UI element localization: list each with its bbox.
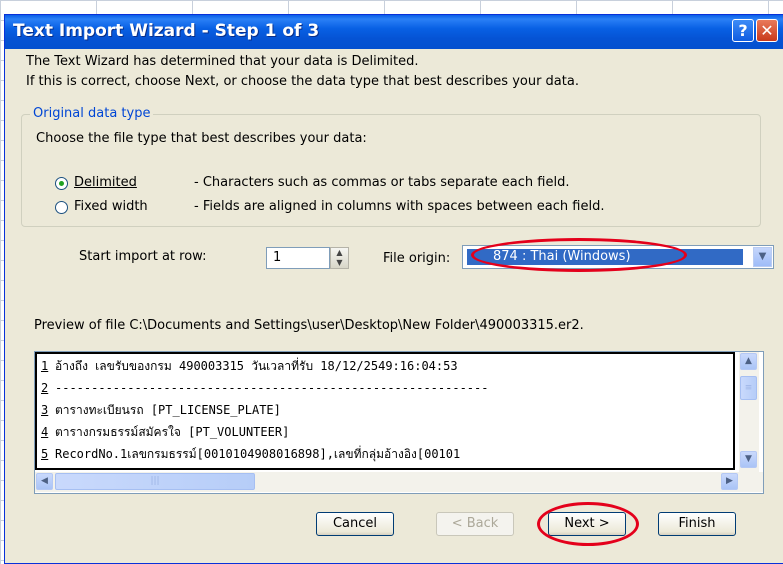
close-icon[interactable]: ✕ (756, 19, 778, 42)
vertical-scroll-thumb[interactable]: ≡ (740, 376, 757, 400)
spin-up-icon[interactable]: ▲ (331, 248, 348, 258)
preview-line-number: 1 (41, 359, 49, 373)
scroll-left-icon[interactable]: ◀ (36, 473, 53, 490)
intro-line-1: The Text Wizard has determined that your… (26, 54, 419, 69)
preview-line: 1 อ้างถึง เลขรับของกรม 490003315 วันเวลาท… (41, 356, 458, 376)
original-data-type-legend: Original data type (30, 106, 154, 121)
help-icon[interactable]: ? (732, 19, 754, 42)
dialog-title: Text Import Wizard - Step 1 of 3 (13, 21, 320, 41)
title-bar[interactable]: Text Import Wizard - Step 1 of 3 ? ✕ (5, 15, 783, 49)
finish-button[interactable]: Finish (658, 512, 736, 536)
preview-line-text: ตารางกรมธรรม์สมัครใจ [PT_VOLUNTEER] (55, 425, 290, 439)
preview-line-number: 3 (41, 403, 49, 417)
preview-line-number: 2 (41, 381, 49, 395)
annotation-circle-next (537, 502, 639, 546)
preview-line-text: อ้างถึง เลขรับของกรม 490003315 วันเวลาที… (55, 359, 458, 373)
fixed-width-radio[interactable] (55, 201, 68, 214)
preview-line-text: RecordNo.1เลขกรมธรรม์[0010104908016898],… (55, 447, 461, 461)
back-button[interactable]: < Back (436, 512, 514, 536)
annotation-circle-file-origin (471, 238, 687, 272)
scroll-up-icon[interactable]: ▲ (740, 353, 757, 370)
preview-pane[interactable]: 1 อ้างถึง เลขรับของกรม 490003315 วันเวลาท… (34, 351, 764, 494)
vertical-scrollbar[interactable]: ▲ ≡ ▼ (739, 352, 759, 474)
delimited-radio[interactable] (55, 177, 68, 190)
fixed-width-label[interactable]: Fixed width (74, 199, 148, 214)
preview-line: 2 ---------------------------------------… (41, 378, 488, 398)
file-type-prompt: Choose the file type that best describes… (36, 131, 367, 146)
preview-line-number: 4 (41, 425, 49, 439)
fixed-width-description: - Fields are aligned in columns with spa… (194, 199, 605, 214)
chevron-down-icon[interactable]: ▼ (753, 247, 772, 267)
row-spinner[interactable]: ▲ ▼ (330, 247, 349, 269)
intro-line-2: If this is correct, choose Next, or choo… (26, 74, 579, 89)
preview-line-number: 5 (41, 447, 49, 461)
preview-line: 5 RecordNo.1เลขกรมธรรม์[0010104908016898]… (41, 444, 460, 464)
delimited-description: - Characters such as commas or tabs sepa… (194, 175, 570, 190)
preview-line: 3 ตารางทะเบียนรถ [PT_LICENSE_PLATE] (41, 400, 281, 420)
preview-label: Preview of file C:\Documents and Setting… (34, 318, 584, 333)
preview-line-text: ตารางทะเบียนรถ [PT_LICENSE_PLATE] (55, 403, 281, 417)
delimited-label-text: Delimited (74, 175, 137, 190)
scroll-right-icon[interactable]: ▶ (721, 473, 738, 490)
file-origin-label: File origin: (383, 251, 451, 266)
start-import-row-input[interactable]: 1 (266, 247, 330, 269)
scroll-down-icon[interactable]: ▼ (740, 451, 757, 468)
preview-line: 4 ตารางกรมธรรม์สมัครใจ [PT_VOLUNTEER] (41, 422, 289, 442)
spin-down-icon[interactable]: ▼ (331, 258, 348, 268)
preview-text-area: 1 อ้างถึง เลขรับของกรม 490003315 วันเวลาท… (35, 352, 735, 470)
horizontal-scroll-thumb[interactable]: ||| (55, 473, 255, 490)
start-import-label: Start import at row: (79, 249, 207, 264)
horizontal-scrollbar[interactable]: ◀ ||| ▶ (35, 472, 763, 492)
cancel-button[interactable]: Cancel (316, 512, 394, 536)
delimited-label[interactable]: Delimited (74, 175, 137, 190)
preview-line-text: ----------------------------------------… (55, 381, 489, 395)
